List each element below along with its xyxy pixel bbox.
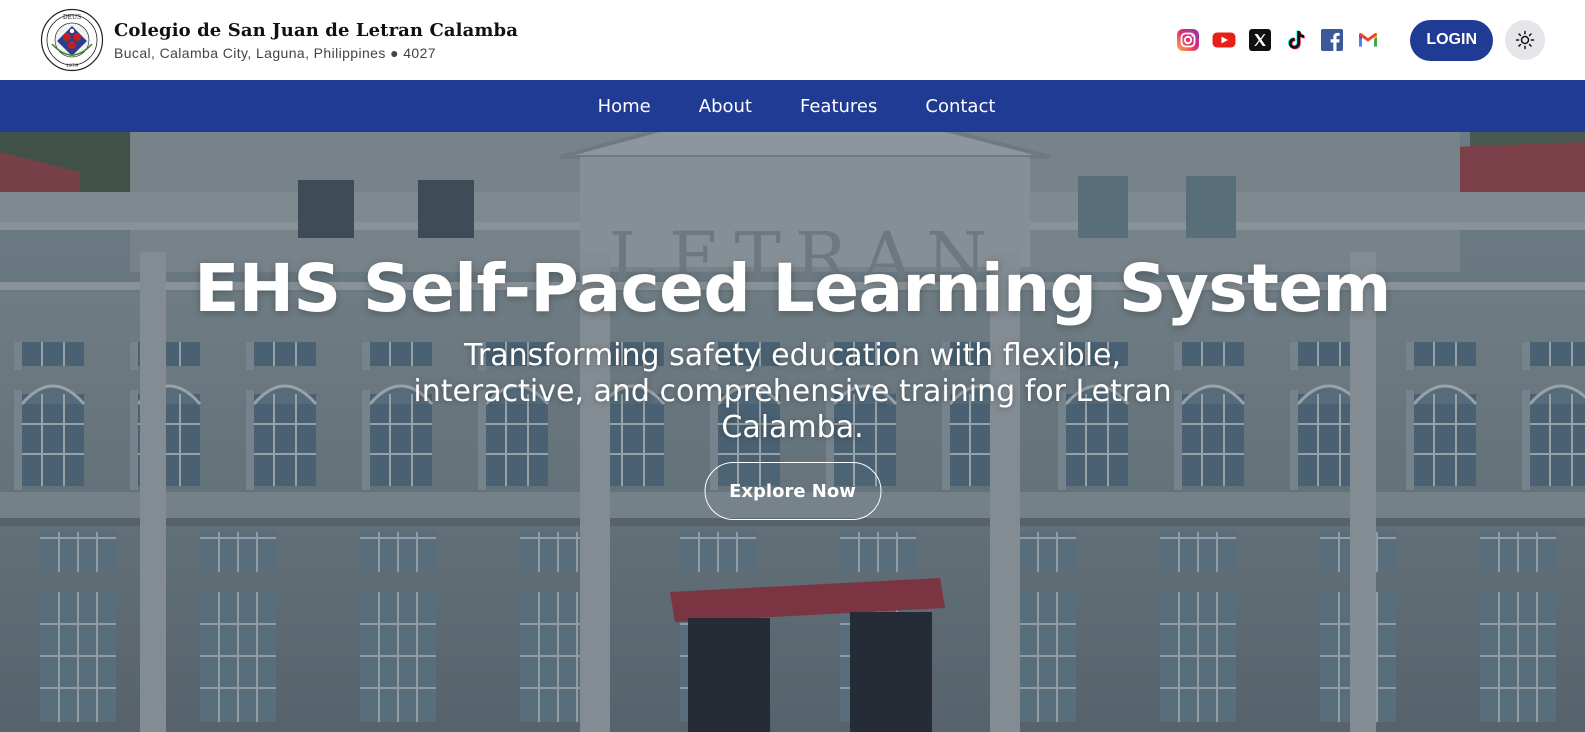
- hero-section: LETRAN EHS Self-Paced Learning System Tr…: [0, 132, 1585, 732]
- youtube-icon[interactable]: [1212, 28, 1236, 52]
- hero-content: EHS Self-Paced Learning System Transform…: [0, 132, 1585, 732]
- nav-item-home[interactable]: Home: [598, 96, 651, 117]
- nav-item-about[interactable]: About: [699, 96, 752, 117]
- nav-item-features[interactable]: Features: [800, 96, 877, 117]
- hero-subtitle: Transforming safety education with flexi…: [413, 338, 1172, 445]
- social-links: [1176, 28, 1380, 52]
- facebook-icon[interactable]: [1320, 28, 1344, 52]
- login-button[interactable]: LOGIN: [1410, 19, 1493, 61]
- top-header: DEUS 1979 Colegio de San Juan de Letran …: [0, 0, 1585, 80]
- school-name: Colegio de San Juan de Letran Calamba: [114, 19, 518, 41]
- theme-toggle-button[interactable]: [1505, 20, 1545, 60]
- svg-text:DEUS: DEUS: [63, 14, 81, 21]
- school-seal-logo: DEUS 1979: [40, 8, 104, 72]
- main-nav: Home About Features Contact: [0, 80, 1585, 132]
- instagram-icon[interactable]: [1176, 28, 1200, 52]
- sun-icon: [1515, 30, 1535, 50]
- tiktok-icon[interactable]: [1284, 28, 1308, 52]
- x-icon[interactable]: [1248, 28, 1272, 52]
- hero-title: EHS Self-Paced Learning System: [194, 250, 1391, 327]
- gmail-icon[interactable]: [1356, 28, 1380, 52]
- school-address: Bucal, Calamba City, Laguna, Philippines…: [114, 44, 436, 61]
- explore-now-button[interactable]: Explore Now: [704, 462, 881, 520]
- nav-item-contact[interactable]: Contact: [925, 96, 995, 117]
- brand[interactable]: DEUS 1979 Colegio de San Juan de Letran …: [40, 8, 518, 72]
- svg-text:1979: 1979: [66, 63, 79, 69]
